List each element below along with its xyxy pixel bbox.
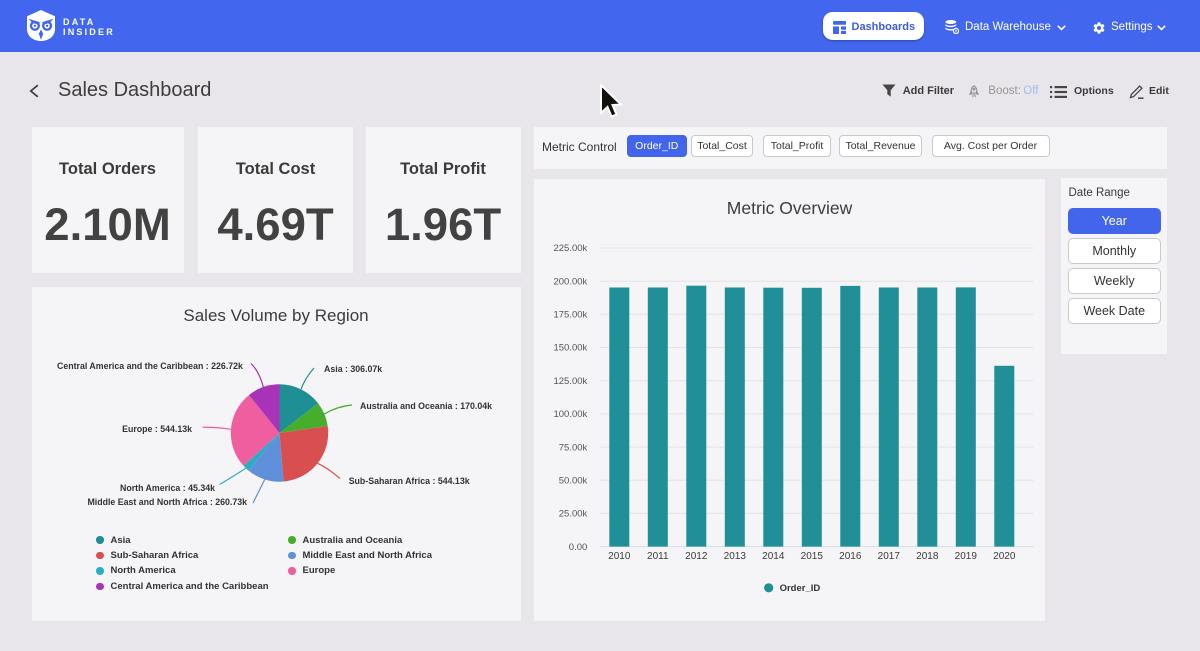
svg-text:125.00k: 125.00k	[553, 376, 587, 387]
svg-text:2011: 2011	[647, 551, 669, 562]
svg-text:0.00: 0.00	[569, 542, 588, 553]
svg-text:2014: 2014	[762, 551, 785, 562]
svg-text:2019: 2019	[955, 551, 978, 562]
svg-text:Order_ID: Order_ID	[780, 583, 821, 594]
svg-text:100.00k: 100.00k	[553, 409, 587, 420]
svg-text:2015: 2015	[801, 551, 824, 562]
svg-text:2013: 2013	[724, 551, 747, 562]
svg-text:175.00k: 175.00k	[553, 310, 587, 321]
svg-text:50.00k: 50.00k	[559, 475, 588, 486]
svg-text:2017: 2017	[878, 551, 901, 562]
svg-text:2020: 2020	[993, 551, 1016, 562]
svg-text:200.00k: 200.00k	[553, 276, 587, 287]
svg-text:150.00k: 150.00k	[553, 343, 587, 354]
svg-text:225.00k: 225.00k	[553, 243, 587, 254]
svg-text:2018: 2018	[916, 551, 939, 562]
svg-text:2016: 2016	[839, 551, 862, 562]
svg-text:75.00k: 75.00k	[559, 442, 588, 453]
svg-text:2012: 2012	[685, 551, 708, 562]
svg-text:2010: 2010	[608, 551, 631, 562]
svg-text:25.00k: 25.00k	[559, 509, 588, 520]
